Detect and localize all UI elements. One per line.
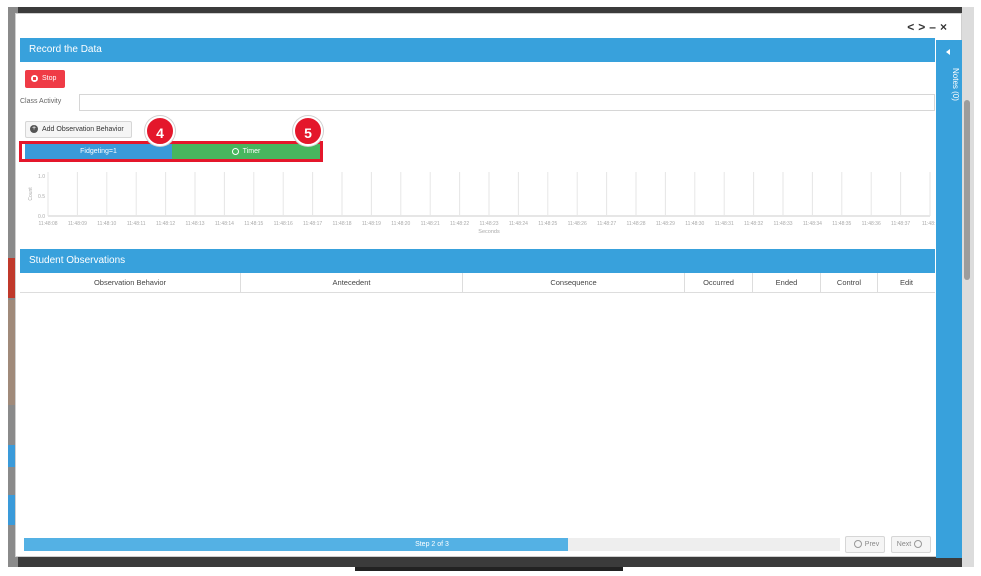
x-tick-label: 11:48:32 (744, 221, 763, 227)
x-axis-label: Seconds (478, 229, 500, 235)
stop-button[interactable]: Stop (25, 70, 65, 88)
x-tick-label: 11:48:22 (450, 221, 469, 227)
column-header[interactable]: Occurred (685, 273, 753, 292)
behavior-label: Fidgeting=1 (80, 148, 117, 155)
y-tick-label: 1.0 (38, 174, 45, 180)
observations-table-header: Observation Behavior Antecedent Conseque… (20, 273, 935, 293)
x-tick-label: 11:48:24 (509, 221, 528, 227)
screenshot-frame: <>–× Record the Data Stop Class Activity… (0, 0, 981, 576)
class-activity-input[interactable] (79, 94, 935, 111)
prev-label: Prev (864, 541, 880, 548)
x-tick-label: 11:48:34 (803, 221, 822, 227)
page-scrollbar-thumb[interactable] (964, 100, 970, 280)
notes-label: Notes (0) (951, 68, 960, 101)
x-tick-label: 11:48:28 (626, 221, 645, 227)
close-icon[interactable]: × (940, 20, 951, 34)
chart-svg: 11:48:08 11:48:09 11:48:10 11:48:11 11:48:12… (28, 172, 935, 235)
next-label: Next (896, 541, 912, 548)
stop-label: Stop (42, 75, 57, 82)
x-tick-label: 11:48:27 (597, 221, 616, 227)
x-tick-label: 11:48:35 (832, 221, 851, 227)
x-tick-label: 11:48:20 (391, 221, 410, 227)
column-header[interactable]: Antecedent (241, 273, 463, 292)
y-axis-label: Count (28, 187, 34, 201)
x-tick-label: 11:48:08 (38, 221, 57, 227)
class-activity-label: Class Activity (20, 98, 62, 105)
callout-badge: 5 (293, 116, 323, 146)
x-tick-label: 11:48:12 (156, 221, 175, 227)
x-tick-label: 11:48:37 (891, 221, 910, 227)
behavior-button-timer[interactable]: Timer (172, 144, 320, 159)
column-header[interactable]: Observation Behavior (20, 273, 241, 292)
x-tick-label: 11:48:31 (715, 221, 734, 227)
column-header[interactable]: Consequence (463, 273, 685, 292)
column-header[interactable]: Control (821, 273, 878, 292)
notes-panel-toggle[interactable]: Notes (0) (936, 40, 962, 558)
minimize-icon[interactable]: – (929, 20, 940, 34)
section-title: Student Observations (29, 255, 126, 266)
x-tick-label: 11:48:10 (97, 221, 116, 227)
add-behavior-label: Add Observation Behavior (42, 126, 124, 133)
callout-badge: 4 (145, 116, 175, 146)
prev-arrow-icon[interactable]: < (907, 20, 918, 34)
x-tick-label: 11:48:21 (421, 221, 440, 227)
step-progress-bar: Step 2 of 3 (24, 538, 840, 551)
clock-icon (231, 147, 239, 155)
x-tick-label: 11:48:15 (244, 221, 263, 227)
x-tick-label: 11:48:18 (332, 221, 351, 227)
x-tick-label: 11:48:30 (685, 221, 704, 227)
next-button[interactable]: Next (891, 536, 931, 553)
observations-section-header: Student Observations (20, 249, 935, 273)
stop-icon (31, 74, 38, 82)
x-tick-label: 11:48:17 (303, 221, 322, 227)
section-title: Record the Data (29, 44, 102, 55)
y-tick-label: 0.0 (38, 214, 45, 220)
next-arrow-icon[interactable]: > (918, 20, 929, 34)
progress-label: Step 2 of 3 (415, 541, 449, 548)
backdrop-bottom-bar (355, 567, 623, 571)
x-tick-label: 11:48:36 (862, 221, 881, 227)
x-tick-label: 11:48:13 (185, 221, 204, 227)
add-observation-behavior-button[interactable]: + Add Observation Behavior (25, 121, 132, 138)
next-circle-icon (914, 540, 923, 549)
x-tick-label: 11:48:23 (479, 221, 498, 227)
x-tick-label: 11:48:11 (127, 221, 146, 227)
x-tick-label: 11:48:09 (68, 221, 87, 227)
x-tick-label: 11:48:33 (773, 221, 792, 227)
x-tick-label: 11:48:26 (568, 221, 587, 227)
page-scrollbar-track[interactable] (962, 7, 974, 567)
behavior-chart: 11:48:08 11:48:09 11:48:10 11:48:11 11:48:12… (20, 166, 935, 244)
prev-circle-icon (853, 540, 862, 549)
record-section-header: Record the Data (20, 38, 935, 62)
behavior-label: Timer (242, 148, 261, 155)
y-tick-label: 0.5 (38, 194, 45, 200)
column-header[interactable]: Ended (753, 273, 821, 292)
record-modal: <>–× Record the Data Stop Class Activity… (15, 13, 962, 558)
column-header[interactable]: Edit (878, 273, 935, 292)
x-tick-label: 11:48:29 (656, 221, 675, 227)
behavior-button-fidgeting[interactable]: Fidgeting=1 (25, 144, 172, 159)
x-tick-label: 11:48:19 (362, 221, 381, 227)
prev-button[interactable]: Prev (845, 536, 885, 553)
plus-icon: + (30, 125, 38, 134)
collapse-arrow-icon[interactable] (946, 49, 950, 55)
x-tick-label: 11:48:25 (538, 221, 557, 227)
window-controls: <>–× (907, 20, 951, 34)
x-tick-label: 11:48:3 (922, 221, 935, 227)
x-tick-label: 11:48:14 (215, 221, 234, 227)
x-tick-label: 11:48:16 (274, 221, 293, 227)
